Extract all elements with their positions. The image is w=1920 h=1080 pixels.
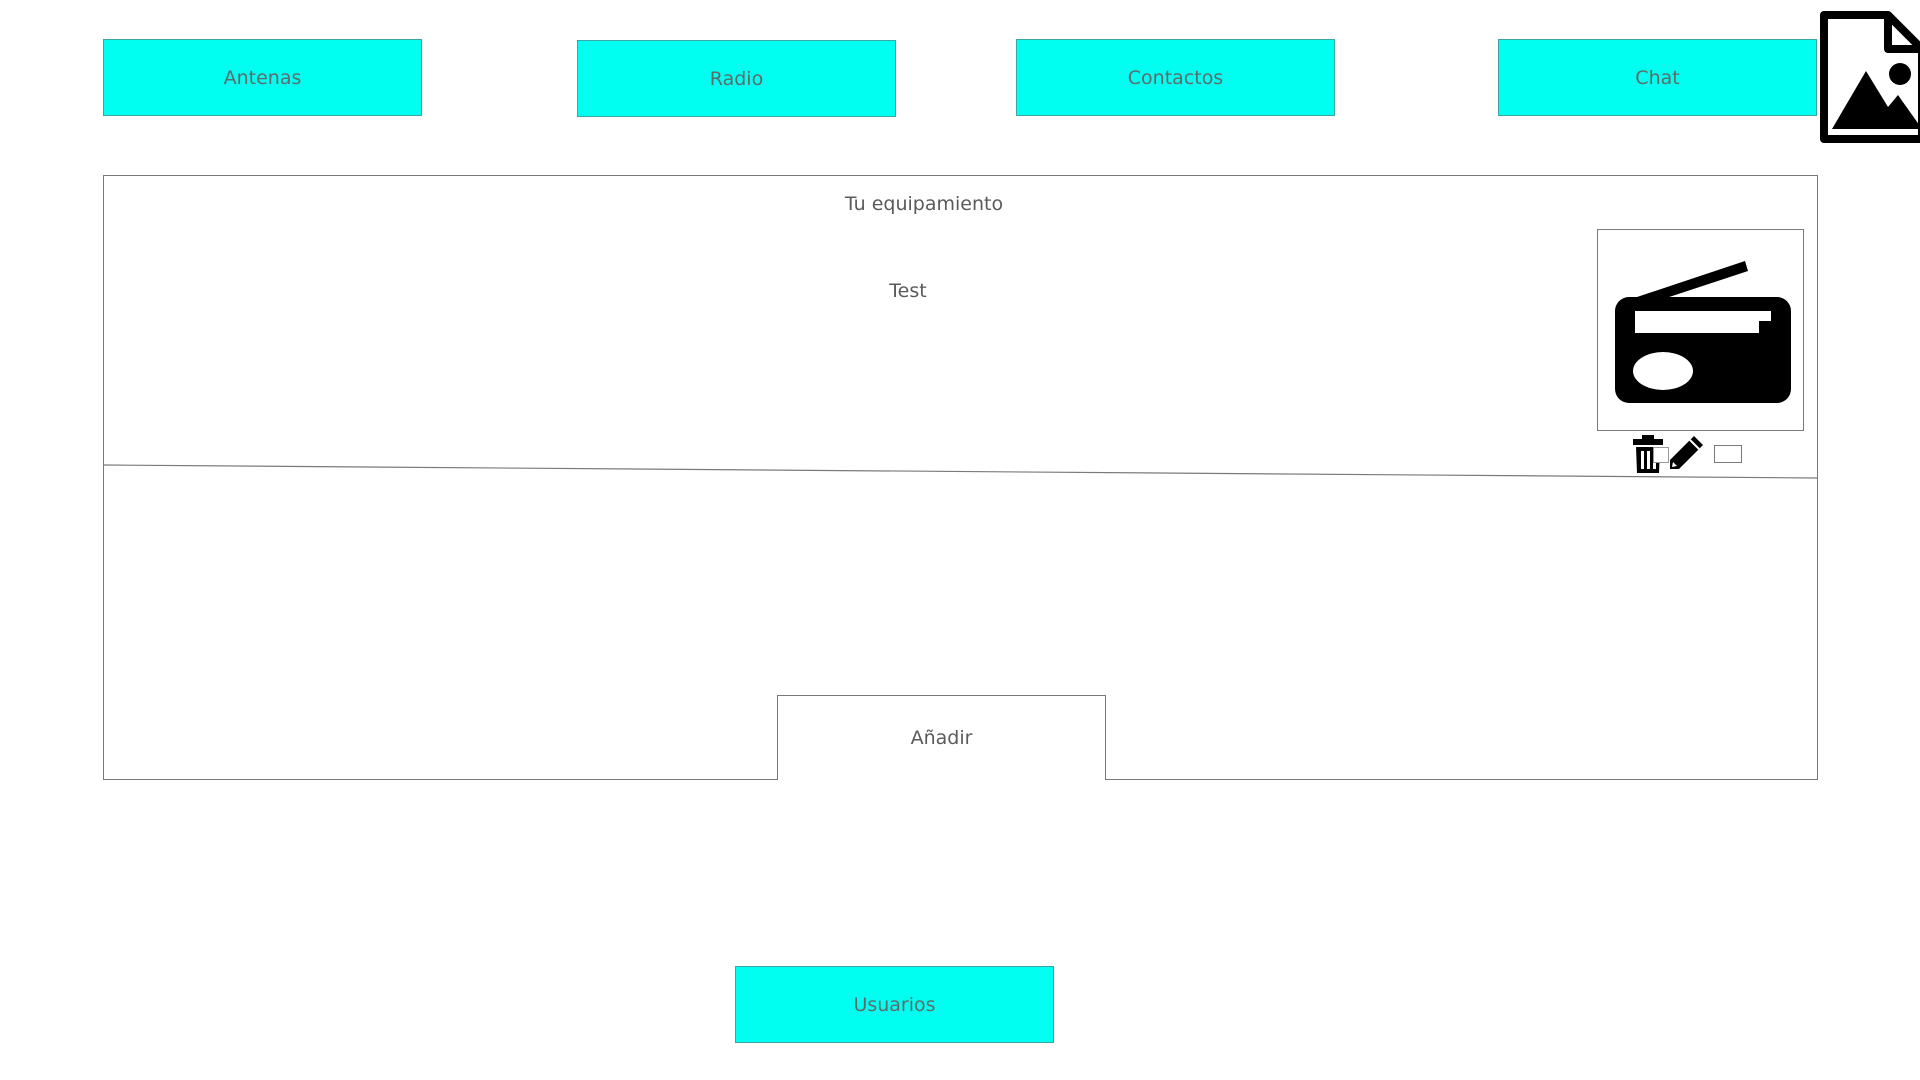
pencil-icon[interactable]: [1666, 435, 1704, 477]
add-button-label: Añadir: [910, 727, 973, 749]
usuarios-button[interactable]: Usuarios: [735, 966, 1054, 1043]
contactos-button[interactable]: Contactos: [1016, 39, 1335, 116]
item-divider: [104, 464, 1817, 479]
equipment-item-name: Test: [889, 280, 927, 302]
radio-button-label: Radio: [709, 67, 764, 90]
equipment-thumbnail: [1597, 229, 1804, 431]
radio-button[interactable]: Radio: [577, 40, 896, 117]
contactos-button-label: Contactos: [1127, 66, 1224, 89]
add-button[interactable]: Añadir: [777, 695, 1106, 780]
chat-button-label: Chat: [1635, 66, 1680, 89]
item-select-box[interactable]: [1714, 445, 1742, 463]
antenas-button[interactable]: Antenas: [103, 39, 422, 116]
usuarios-button-label: Usuarios: [853, 993, 936, 1016]
chat-button[interactable]: Chat: [1498, 39, 1817, 116]
radio-icon: [1614, 261, 1791, 403]
broken-image-icon: [1818, 11, 1920, 145]
equipment-panel: Tu equipamiento Test Añadir: [103, 175, 1818, 780]
antenas-button-label: Antenas: [223, 66, 302, 89]
panel-title: Tu equipamiento: [844, 193, 1004, 215]
